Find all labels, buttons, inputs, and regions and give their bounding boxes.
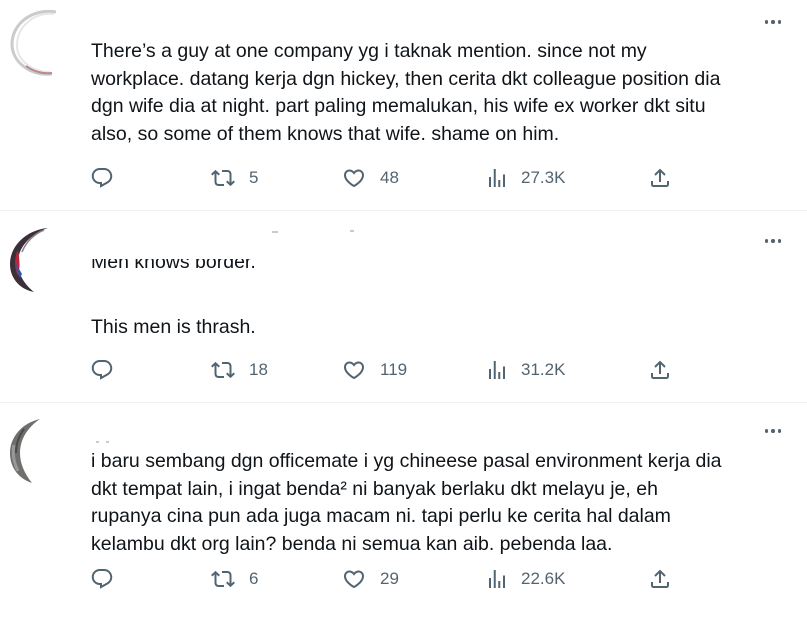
views-button[interactable]: 27.3K <box>485 165 565 191</box>
retweet-button[interactable]: 6 <box>211 566 258 592</box>
retweet-count: 6 <box>249 569 259 588</box>
avatar[interactable] <box>4 6 60 78</box>
clipped-text-fragment <box>272 231 278 233</box>
views-button[interactable]: 31.2K <box>485 357 565 383</box>
like-button[interactable]: 119 <box>342 357 407 383</box>
like-count: 29 <box>380 569 399 588</box>
heart-icon <box>342 567 366 591</box>
tweet-actions: 18 119 31.2K <box>90 357 677 383</box>
retweet-icon <box>211 567 235 591</box>
share-icon <box>648 567 672 591</box>
more-icon <box>764 429 769 433</box>
reply-icon <box>90 358 114 382</box>
views-icon <box>485 358 509 382</box>
more-options-button[interactable] <box>761 421 785 441</box>
share-button[interactable] <box>648 165 672 191</box>
share-button[interactable] <box>648 566 672 592</box>
more-icon <box>764 239 769 243</box>
retweet-count: 5 <box>249 168 259 187</box>
heart-icon <box>342 166 366 190</box>
views-button[interactable]: 22.6K <box>485 566 565 592</box>
tweet[interactable]: i baru sembang dgn officemate i yg chine… <box>0 403 807 627</box>
more-options-button[interactable] <box>761 231 785 251</box>
retweet-icon <box>211 358 235 382</box>
retweet-count: 18 <box>249 360 268 379</box>
retweet-button[interactable]: 18 <box>211 357 268 383</box>
avatar[interactable] <box>4 224 60 296</box>
like-button[interactable]: 48 <box>342 165 399 191</box>
tweet-text: i baru sembang dgn officemate i yg chine… <box>91 450 722 555</box>
share-button[interactable] <box>648 357 672 383</box>
tweet-actions: 5 48 27.3K <box>90 165 677 191</box>
reply-icon <box>90 166 114 190</box>
retweet-button[interactable]: 5 <box>211 165 258 191</box>
avatar[interactable] <box>4 415 60 487</box>
tweet[interactable]: Men knows border. This men is thrash. 18… <box>0 211 807 403</box>
clipped-text-fragment <box>106 441 109 443</box>
tweet-actions: 6 29 22.6K <box>90 566 677 592</box>
reply-button[interactable] <box>90 566 128 592</box>
views-count: 22.6K <box>521 569 566 588</box>
views-icon <box>485 567 509 591</box>
like-button[interactable]: 29 <box>342 566 399 592</box>
heart-icon <box>342 358 366 382</box>
views-count: 27.3K <box>521 168 566 187</box>
share-icon <box>648 358 672 382</box>
reply-button[interactable] <box>90 357 128 383</box>
reply-icon <box>90 567 114 591</box>
views-count: 31.2K <box>521 360 566 379</box>
tweet[interactable]: There’s a guy at one company yg i taknak… <box>0 0 807 211</box>
clipped-text-fragment <box>350 230 354 232</box>
more-options-button[interactable] <box>761 12 785 32</box>
tweet-text: This men is thrash. <box>91 316 256 338</box>
more-icon <box>764 20 769 24</box>
like-count: 119 <box>380 360 408 379</box>
like-count: 48 <box>380 168 399 187</box>
retweet-icon <box>211 166 235 190</box>
clipped-text-fragment <box>96 441 99 443</box>
views-icon <box>485 166 509 190</box>
tweet-text: There’s a guy at one company yg i taknak… <box>91 40 721 145</box>
reply-button[interactable] <box>90 165 128 191</box>
share-icon <box>648 166 672 190</box>
